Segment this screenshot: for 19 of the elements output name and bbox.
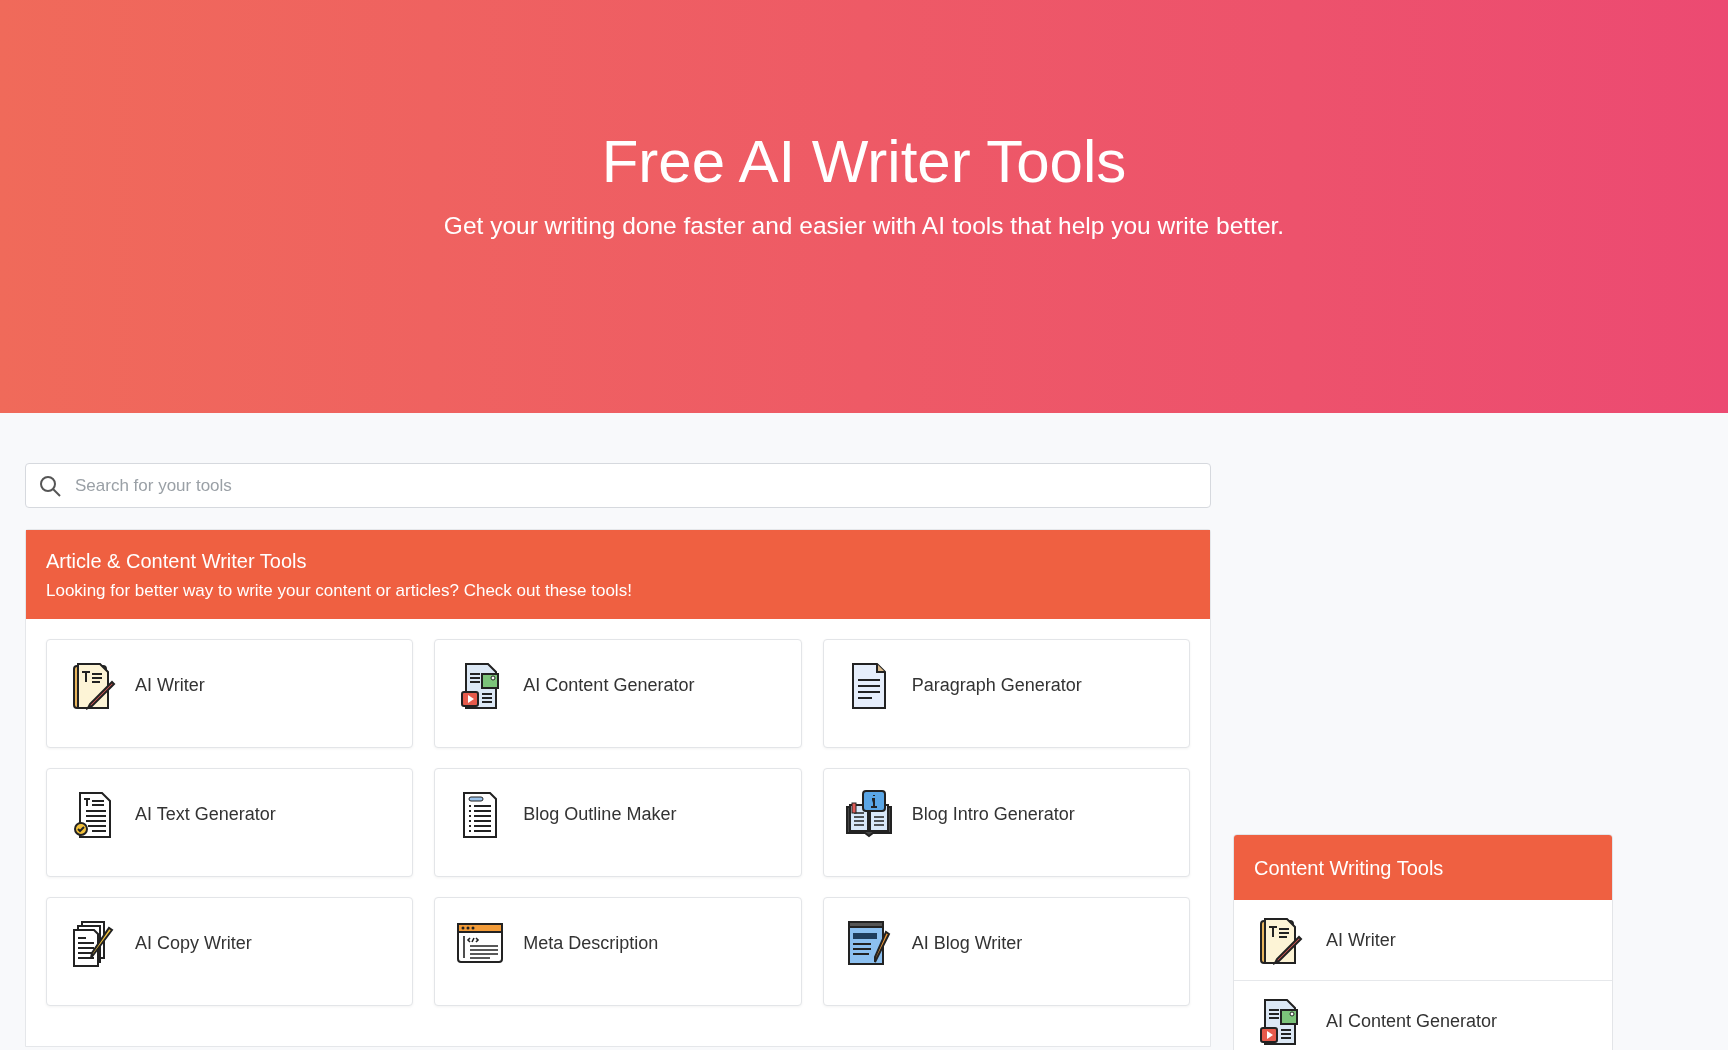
sidebar-title: Content Writing Tools bbox=[1234, 835, 1612, 900]
section-description: Looking for better way to write your content or articles? Check out these tools! bbox=[46, 581, 633, 601]
tool-card[interactable]: AI Content Generator bbox=[434, 639, 802, 748]
page-title: Free AI Writer Tools bbox=[601, 127, 1127, 197]
tool-card[interactable]: AI Copy Writer bbox=[46, 897, 414, 1006]
tool-card[interactable]: AI Text Generator bbox=[46, 768, 414, 877]
tool-card[interactable]: Meta Description bbox=[434, 897, 802, 1006]
tool-card[interactable]: Blog Outline Maker bbox=[434, 768, 802, 877]
search-field[interactable]: Search for your tools bbox=[25, 463, 1211, 508]
sidebar-item[interactable]: AI Writer bbox=[1234, 900, 1612, 981]
book-info-icon bbox=[843, 789, 894, 839]
page-subtitle: Get your writing done faster and easier with AI tools that help you write better. bbox=[443, 212, 1285, 240]
search-icon bbox=[39, 475, 61, 497]
sidebar-item[interactable]: AI Content Generator bbox=[1234, 981, 1612, 1050]
tool-card[interactable]: AI Writer bbox=[46, 639, 414, 748]
tool-card[interactable]: Paragraph Generator bbox=[822, 639, 1190, 748]
tool-card[interactable]: AI Blog Writer bbox=[822, 897, 1190, 1006]
tool-card[interactable]: Blog Intro Generator bbox=[822, 768, 1190, 877]
section-title: Article & Content Writer Tools bbox=[46, 550, 308, 573]
